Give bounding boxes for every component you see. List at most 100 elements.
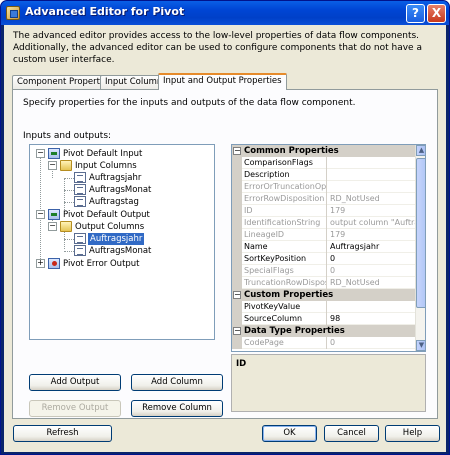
help-title-button[interactable]: ? (406, 4, 425, 23)
collapse-icon[interactable]: − (233, 291, 241, 299)
property-row[interactable]: CodePage 0 (232, 337, 415, 349)
property-row[interactable]: SourceColumn 98 (232, 313, 415, 325)
column-icon (74, 196, 86, 207)
collapse-icon[interactable]: − (36, 149, 45, 158)
collapse-icon[interactable]: − (233, 147, 241, 155)
property-value[interactable] (328, 169, 415, 181)
tree-node-default-input[interactable]: − Pivot Default Input (30, 148, 210, 160)
row-gutter (232, 265, 242, 277)
row-gutter (232, 253, 242, 265)
property-name: SpecialFlags (243, 265, 327, 277)
row-gutter (232, 301, 242, 313)
collapse-icon[interactable]: − (233, 327, 241, 335)
property-value[interactable]: RD_NotUsed (328, 277, 415, 289)
tree-node-label: Pivot Default Input (63, 149, 143, 159)
scroll-thumb[interactable] (416, 158, 425, 308)
property-value[interactable]: output column "Auftragsja (328, 217, 415, 229)
property-name: IdentificationString (243, 217, 327, 229)
scroll-up-arrow-icon[interactable]: ▲ (416, 145, 425, 156)
output-icon (48, 209, 60, 220)
column-icon (74, 245, 86, 256)
column-icon (74, 172, 86, 183)
property-row[interactable]: LineageID 179 (232, 229, 415, 241)
scroll-down-arrow-icon[interactable]: ▼ (416, 340, 425, 351)
property-value[interactable]: 0 (328, 253, 415, 265)
property-row[interactable]: ErrorOrTruncationOpe (232, 181, 415, 193)
tree-node-error-output[interactable]: + Pivot Error Output (30, 258, 210, 270)
tree-node-label: Output Columns (75, 222, 145, 232)
cancel-button[interactable]: Cancel (324, 425, 379, 442)
tree-node-default-output[interactable]: − Pivot Default Output (30, 209, 210, 221)
row-gutter (232, 193, 242, 205)
property-value[interactable]: 98 (328, 313, 415, 325)
close-window-button[interactable]: X (427, 4, 446, 23)
refresh-button[interactable]: Refresh (13, 425, 112, 442)
property-value[interactable]: 0 (328, 265, 415, 277)
window-title: Advanced Editor for Pivot (25, 5, 185, 18)
property-row[interactable]: SortKeyPosition 0 (232, 253, 415, 265)
collapse-icon[interactable]: − (36, 210, 45, 219)
property-name: ErrorRowDisposition (243, 193, 327, 205)
property-grid[interactable]: − Common Properties ComparisonFlags Desc… (231, 144, 426, 352)
property-value[interactable] (328, 157, 415, 169)
property-value[interactable]: 179 (328, 229, 415, 241)
category-label: Custom Properties (244, 290, 334, 300)
tree-node-label: Input Columns (75, 161, 137, 171)
property-value[interactable] (328, 181, 415, 193)
property-row[interactable]: IdentificationString output column "Auftr… (232, 217, 415, 229)
help-button[interactable]: Help (385, 425, 440, 442)
add-column-button[interactable]: Add Column (131, 374, 223, 391)
tree-node-input-column[interactable]: AuftragsMonat (30, 184, 210, 196)
property-value[interactable] (328, 301, 415, 313)
property-name: ErrorOrTruncationOpe (244, 181, 327, 193)
property-name: Description (243, 169, 327, 181)
tree-node-output-column-selected[interactable]: Auftragsjahr (30, 232, 210, 246)
row-gutter (232, 217, 242, 229)
row-gutter (232, 277, 242, 289)
property-row[interactable]: TruncationRowDisposit RD_NotUsed (232, 277, 415, 289)
tree-node-output-column[interactable]: AuftragsMonat (30, 245, 210, 257)
inputs-outputs-tree[interactable]: − Pivot Default Input − Input Columns Au… (29, 144, 215, 340)
category-common-properties[interactable]: − Common Properties (232, 145, 415, 157)
property-row[interactable]: ErrorRowDisposition RD_NotUsed (232, 193, 415, 205)
property-row[interactable]: Name Auftragsjahr (232, 241, 415, 253)
property-description-title: ID (236, 359, 247, 369)
property-row[interactable]: Description (232, 169, 415, 181)
property-value[interactable]: Auftragsjahr (328, 241, 415, 253)
tree-node-input-columns[interactable]: − Input Columns (30, 160, 210, 172)
tree-node-input-column[interactable]: Auftragsjahr (30, 172, 210, 184)
remove-column-button[interactable]: Remove Column (131, 400, 223, 417)
category-data-type-properties[interactable]: − Data Type Properties (232, 325, 415, 337)
title-bar[interactable]: Advanced Editor for Pivot ? X (1, 1, 449, 25)
pivot-app-icon (6, 6, 20, 20)
tab-input-output-properties[interactable]: Input and Output Properties (158, 73, 287, 90)
category-custom-properties[interactable]: − Custom Properties (232, 289, 415, 301)
row-gutter (232, 169, 242, 181)
property-value[interactable]: RD_NotUsed (328, 193, 415, 205)
inputs-outputs-label: Inputs and outputs: (23, 131, 112, 141)
tree-node-label: Auftragsjahr (89, 173, 142, 183)
tree-node-label: AuftragsMonat (89, 185, 152, 195)
property-name: SortKeyPosition (243, 253, 327, 265)
property-value[interactable]: 0 (328, 337, 415, 349)
property-name: TruncationRowDisposit (244, 277, 327, 289)
folder-icon (60, 160, 72, 171)
expand-icon[interactable]: + (36, 259, 45, 268)
collapse-icon[interactable]: − (48, 222, 57, 231)
row-gutter (232, 229, 242, 241)
add-output-button[interactable]: Add Output (29, 374, 121, 391)
tree-node-input-column[interactable]: Auftragstag (30, 196, 210, 208)
ok-button[interactable]: OK (262, 425, 317, 442)
tree-node-output-columns[interactable]: − Output Columns (30, 221, 210, 233)
collapse-icon[interactable]: − (48, 161, 57, 170)
property-row[interactable]: ComparisonFlags (232, 157, 415, 169)
property-value[interactable]: 179 (328, 205, 415, 217)
property-row[interactable]: SpecialFlags 0 (232, 265, 415, 277)
property-row[interactable]: ID 179 (232, 205, 415, 217)
property-grid-scrollbar[interactable]: ▲ ▼ (415, 145, 425, 351)
property-row[interactable]: PivotKeyValue (232, 301, 415, 313)
remove-output-button[interactable]: Remove Output (29, 400, 121, 417)
property-name: CodePage (243, 337, 327, 349)
row-gutter (232, 313, 242, 325)
row-gutter (232, 205, 242, 217)
